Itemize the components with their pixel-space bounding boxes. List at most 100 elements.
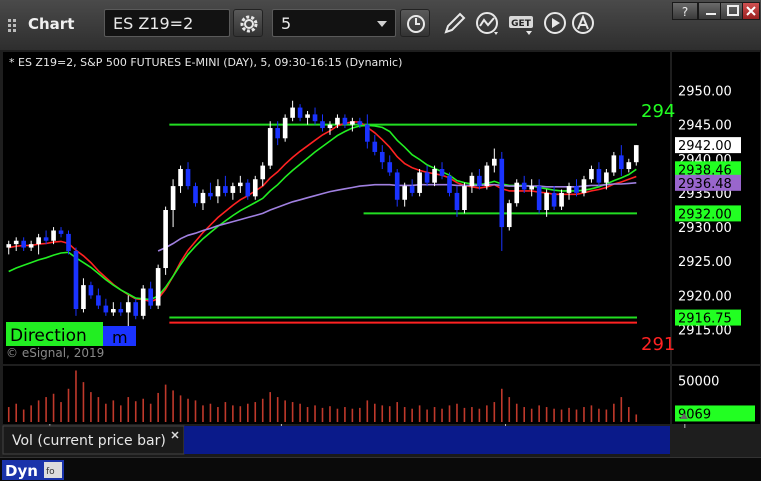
volume-bar (119, 405, 122, 422)
volume-bar (359, 407, 361, 422)
volume-bar (105, 403, 107, 422)
volume-bar (568, 407, 570, 422)
symbol-input[interactable]: ES Z19=2 (104, 9, 230, 37)
grip-icon[interactable] (6, 16, 24, 34)
volume-bar (97, 397, 100, 422)
volume-bar (142, 398, 145, 422)
volume-bar (209, 403, 212, 422)
volume-bar (314, 405, 316, 422)
volume-bar (172, 390, 174, 422)
price-tick-label: 2930.00 (678, 221, 732, 236)
volume-bar (635, 414, 638, 422)
volume-bar (329, 406, 331, 422)
volume-bar (149, 403, 152, 422)
price-tick-label: 2920.00 (678, 289, 732, 304)
candle (282, 114, 288, 142)
close-button[interactable] (742, 2, 760, 20)
svg-text:?: ? (682, 5, 688, 19)
volume-bar (112, 400, 115, 422)
volume-bar (276, 397, 279, 422)
volume-pane[interactable] (3, 366, 670, 424)
direction-suffix: m (112, 328, 128, 347)
interval-value: 5 (281, 14, 292, 33)
volume-bar (411, 408, 413, 422)
volume-bar (471, 407, 473, 422)
candle (163, 206, 168, 275)
volume-bar (67, 388, 70, 422)
dyn-label: Dyn (5, 462, 38, 480)
candle (155, 264, 161, 310)
volume-bar (463, 407, 466, 422)
volume-bar (627, 407, 630, 422)
candle (73, 247, 79, 316)
symbol-value: ES Z19=2 (113, 14, 194, 33)
copyright-text: © eSignal, 2019 (6, 346, 104, 360)
volume-bar (306, 407, 309, 422)
volume-bar (164, 384, 167, 422)
candle (66, 230, 71, 255)
chart-description: * ES Z19=2, S&P 500 FUTURES E-MINI (DAY)… (9, 56, 402, 69)
chart-window: Chart ES Z19=2 5 GET ? * ES Z19=2, S&P 5… (0, 0, 761, 481)
volume-legend-bar (184, 426, 670, 454)
right-cut-upper-label: 294 (641, 101, 675, 122)
title-bar: Chart ES Z19=2 5 GET ? (0, 0, 761, 51)
candle (447, 172, 452, 197)
direction-label: Direction (10, 326, 87, 346)
price-tick-label: 2925.00 (678, 255, 732, 270)
volume-bar (388, 406, 391, 422)
volume-bar (605, 409, 608, 422)
volume-bar (493, 402, 496, 422)
candle (611, 151, 617, 176)
volume-bar (433, 407, 436, 422)
help-button[interactable]: ? (672, 2, 698, 20)
volume-bar (426, 409, 428, 422)
get-icon[interactable]: GET (508, 10, 536, 38)
price-chart[interactable]: * ES Z19=2, S&P 500 FUTURES E-MINI (DAY)… (0, 50, 761, 457)
candle (462, 182, 467, 214)
study-icon[interactable] (474, 10, 502, 38)
play-icon[interactable] (542, 10, 570, 38)
gear-icon (240, 15, 258, 33)
price-label: 2916.75 (675, 309, 741, 327)
alert-icon[interactable] (570, 10, 598, 38)
volume-bar (261, 398, 264, 422)
right-cut-lower-label: 291 (641, 334, 675, 355)
volume-bar (538, 405, 540, 422)
volume-bar (508, 397, 511, 422)
volume-bar (187, 398, 189, 422)
volume-bar (90, 392, 92, 422)
volume-bar (486, 405, 488, 422)
volume-bar (75, 370, 77, 422)
volume-bar (456, 403, 458, 422)
svg-text:fo: fo (46, 467, 55, 477)
volume-bar (448, 405, 451, 422)
settings-button[interactable] (233, 9, 263, 37)
volume-bar (232, 405, 234, 422)
interval-dropdown[interactable]: 5 (272, 9, 396, 37)
volume-bar (366, 400, 369, 422)
volume-bar (336, 408, 339, 422)
volume-bar (530, 408, 533, 422)
volume-bar (37, 400, 40, 422)
svg-text:2916.75: 2916.75 (678, 312, 732, 327)
volume-bar (7, 407, 10, 422)
volume-bar (523, 407, 526, 422)
volume-bar (583, 407, 585, 422)
price-tick-label: 2950.00 (678, 84, 732, 99)
volume-bar (500, 388, 503, 422)
svg-text:2932.00: 2932.00 (678, 207, 732, 222)
help-icon: ? (682, 5, 688, 19)
volume-bar (560, 409, 563, 422)
volume-bar (82, 382, 85, 422)
volume-bar (157, 392, 159, 422)
chevron-down-icon (377, 21, 387, 27)
volume-bar (217, 407, 219, 422)
volume-bar (30, 405, 32, 422)
candle (193, 182, 198, 207)
volume-bar (373, 403, 376, 422)
svg-text:GET: GET (511, 19, 532, 29)
pencil-icon[interactable] (440, 10, 468, 38)
candle (417, 169, 422, 197)
time-button[interactable] (400, 9, 430, 37)
price-label: 2932.00 (675, 205, 741, 222)
